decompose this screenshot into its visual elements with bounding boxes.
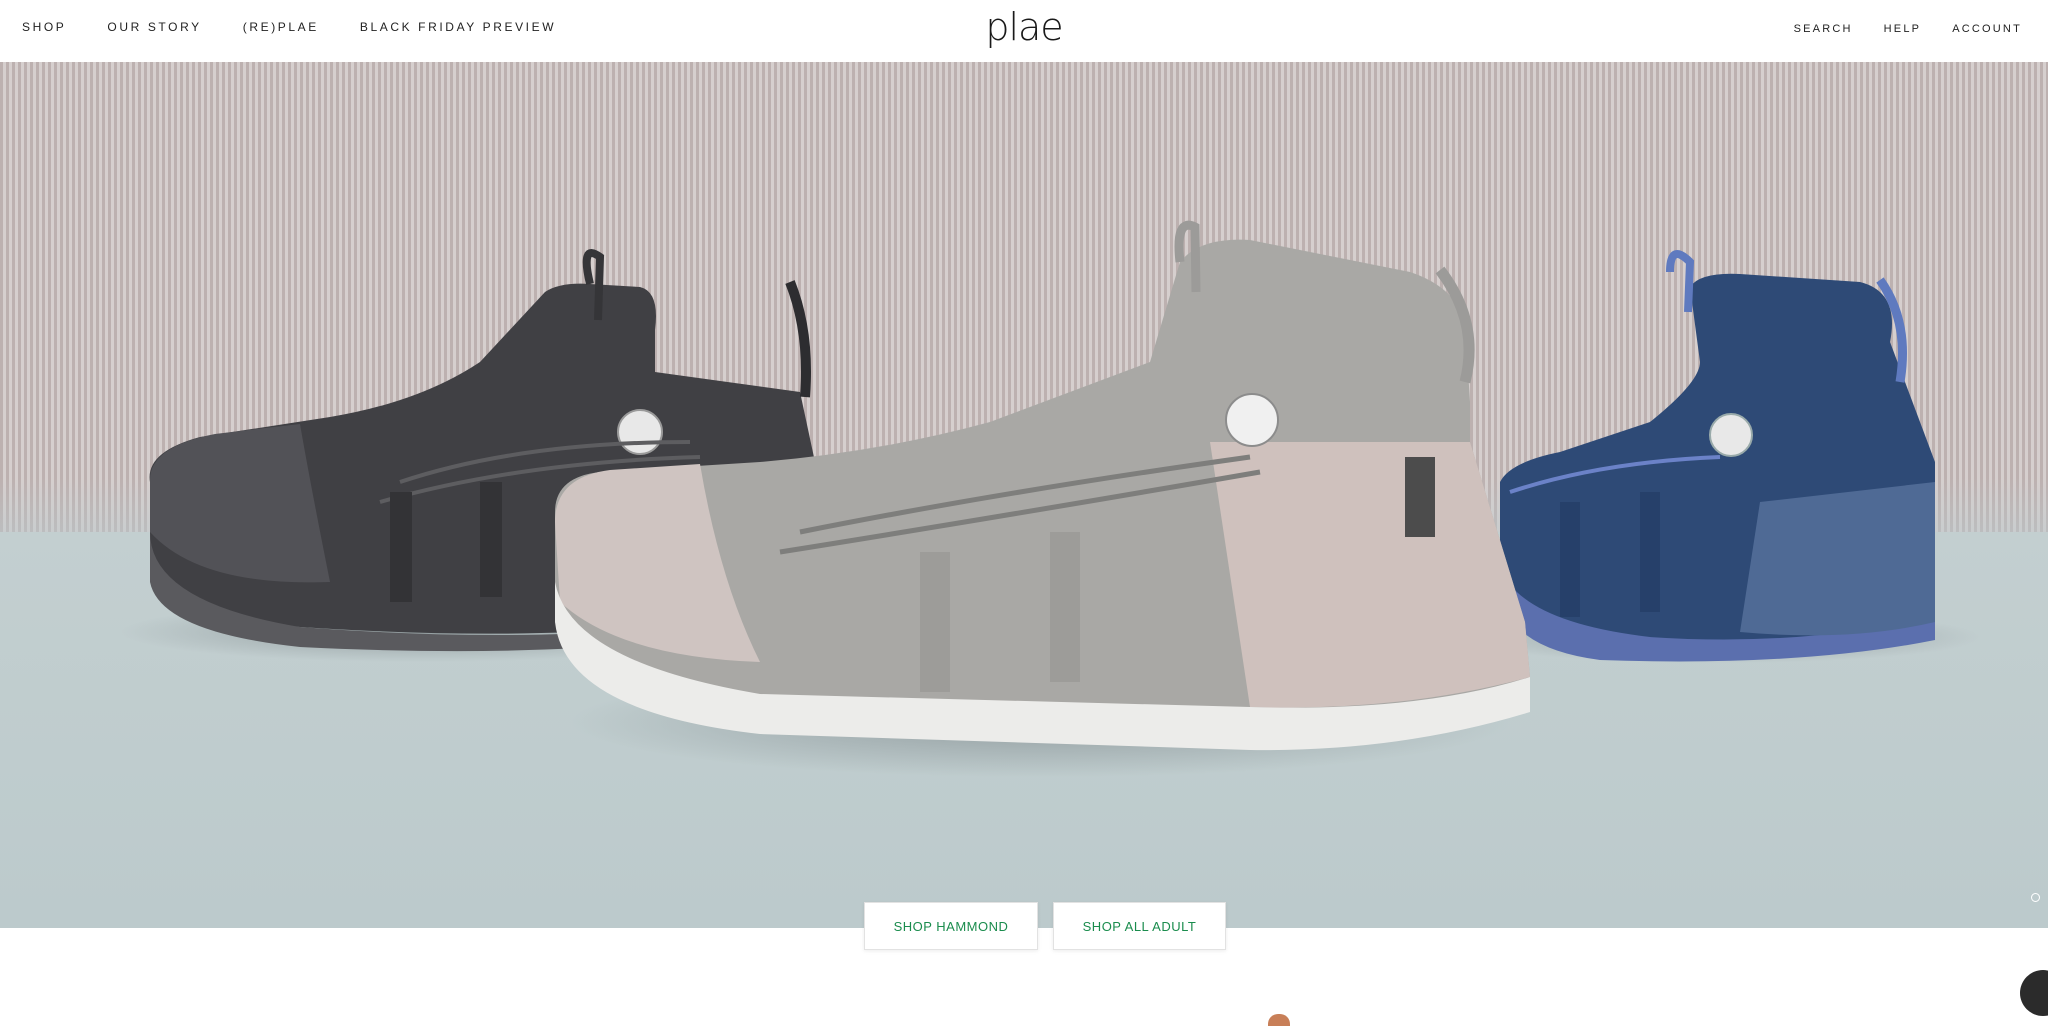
shop-all-adult-button[interactable]: SHOP ALL ADULT: [1053, 902, 1226, 950]
nav-shop[interactable]: SHOP: [22, 20, 66, 34]
nav-account[interactable]: ACCOUNT: [1952, 23, 2022, 35]
hero-banner[interactable]: [0, 62, 2048, 928]
site-logo[interactable]: plae: [985, 3, 1063, 51]
slider-dot[interactable]: [2031, 893, 2040, 902]
nav-replae[interactable]: (RE)PLAE: [243, 20, 319, 34]
chat-icon[interactable]: [2020, 970, 2048, 1016]
primary-nav: SHOP OUR STORY (RE)PLAE BLACK FRIDAY PRE…: [22, 20, 556, 34]
site-header: SHOP OUR STORY (RE)PLAE BLACK FRIDAY PRE…: [0, 0, 2048, 63]
nav-search[interactable]: SEARCH: [1794, 23, 1853, 35]
nav-help[interactable]: HELP: [1884, 23, 1922, 35]
center-sneaker-image: [555, 220, 1530, 751]
three-hammond-sneakers-image: [120, 220, 1980, 777]
nav-our-story[interactable]: OUR STORY: [107, 20, 201, 34]
shop-hammond-button[interactable]: SHOP HAMMOND: [864, 902, 1038, 950]
next-section-image-peek: [1268, 1014, 1290, 1026]
nav-black-friday-preview[interactable]: BLACK FRIDAY PREVIEW: [360, 20, 556, 34]
right-sneaker-image: [1500, 250, 1935, 662]
utility-nav: SEARCH HELP ACCOUNT: [1794, 23, 2022, 35]
hero-cta-row: SHOP HAMMOND SHOP ALL ADULT: [864, 902, 1226, 950]
